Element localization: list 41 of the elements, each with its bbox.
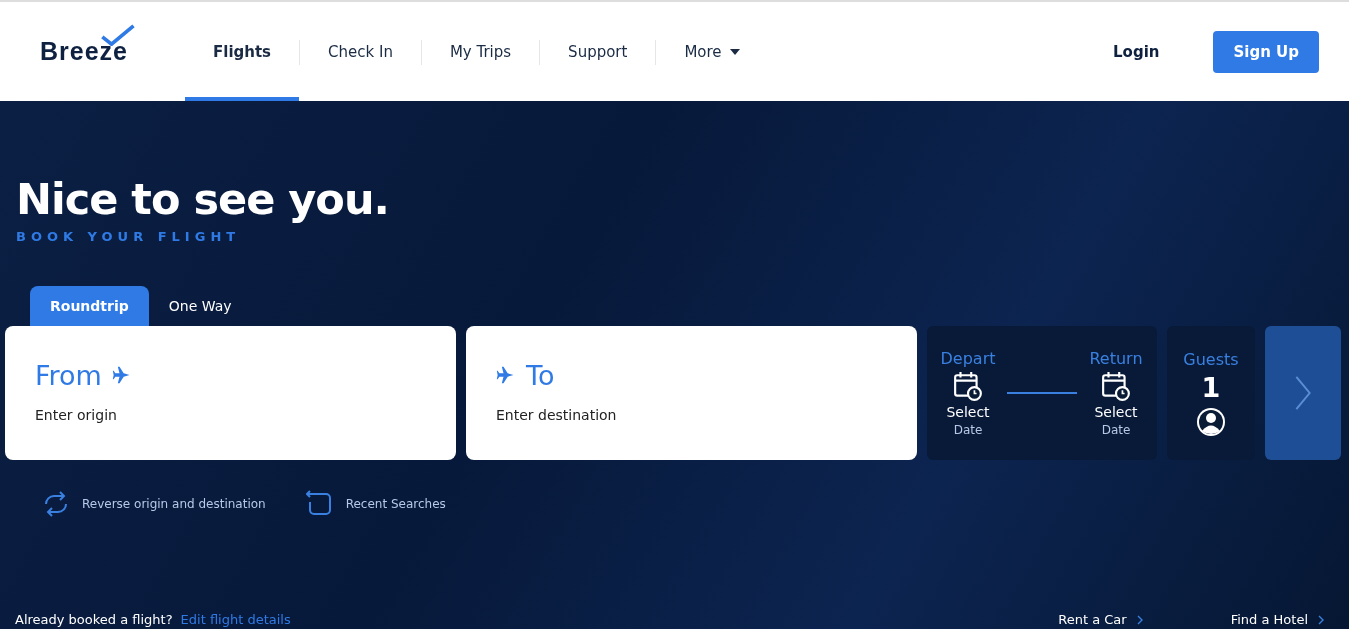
field-label: To bbox=[526, 359, 555, 391]
date-label: Return bbox=[1089, 349, 1143, 368]
booked-flight-question: Already booked a flight? bbox=[15, 612, 173, 627]
refresh-icon bbox=[305, 490, 334, 518]
calendar-icon bbox=[1101, 371, 1131, 401]
nav-tab[interactable]: Support bbox=[540, 6, 656, 101]
breeze-logo[interactable]: Breeze bbox=[40, 2, 185, 101]
hero-title: Nice to see you. bbox=[16, 173, 390, 225]
footer-link[interactable]: Rent a Car bbox=[1058, 612, 1143, 627]
date-value: Select bbox=[1094, 404, 1138, 420]
date-value: Select bbox=[946, 404, 990, 420]
trip-type-tab[interactable]: Roundtrip bbox=[30, 286, 149, 326]
search-action-link[interactable]: Reverse origin and destination bbox=[42, 490, 266, 518]
date-hint: Date bbox=[1101, 423, 1131, 437]
date-hint: Date bbox=[953, 423, 983, 437]
date-picker-panel[interactable]: Depart Select Date Return Select Date bbox=[927, 326, 1157, 460]
chevron-right-icon bbox=[1318, 614, 1324, 625]
origin-field[interactable]: From Enter origin bbox=[5, 326, 456, 460]
field-label: From bbox=[35, 359, 102, 391]
hero-subtitle: BOOK YOUR FLIGHT bbox=[16, 229, 242, 244]
chevron-right-icon bbox=[1293, 374, 1313, 412]
login-link[interactable]: Login bbox=[1113, 42, 1160, 61]
person-icon bbox=[1196, 406, 1226, 437]
nav-tab[interactable]: Check In bbox=[300, 6, 421, 101]
nav-tab[interactable]: My Trips bbox=[421, 6, 540, 101]
footer-link[interactable]: Find a Hotel bbox=[1230, 612, 1324, 627]
trip-type-tab[interactable]: One Way bbox=[148, 286, 252, 326]
caret-icon bbox=[729, 48, 740, 55]
search-next-button[interactable] bbox=[1265, 326, 1341, 460]
nav-tab[interactable]: More bbox=[656, 6, 768, 101]
destination-field[interactable]: To Enter destination bbox=[466, 326, 917, 460]
date-label: Depart bbox=[940, 349, 996, 368]
calendar-icon bbox=[953, 371, 983, 401]
swap-arrows-icon bbox=[42, 490, 70, 518]
sign-up-button[interactable]: Sign Up bbox=[1213, 30, 1319, 73]
guests-panel[interactable]: Guests 1 bbox=[1167, 326, 1255, 460]
chevron-right-icon bbox=[1136, 614, 1143, 625]
edit-flight-details-link[interactable]: Edit flight details bbox=[180, 612, 291, 627]
search-action-link[interactable]: Recent Searches bbox=[305, 490, 446, 518]
guest-count: 1 bbox=[1201, 372, 1221, 403]
guests-label: Guests bbox=[1183, 349, 1239, 369]
